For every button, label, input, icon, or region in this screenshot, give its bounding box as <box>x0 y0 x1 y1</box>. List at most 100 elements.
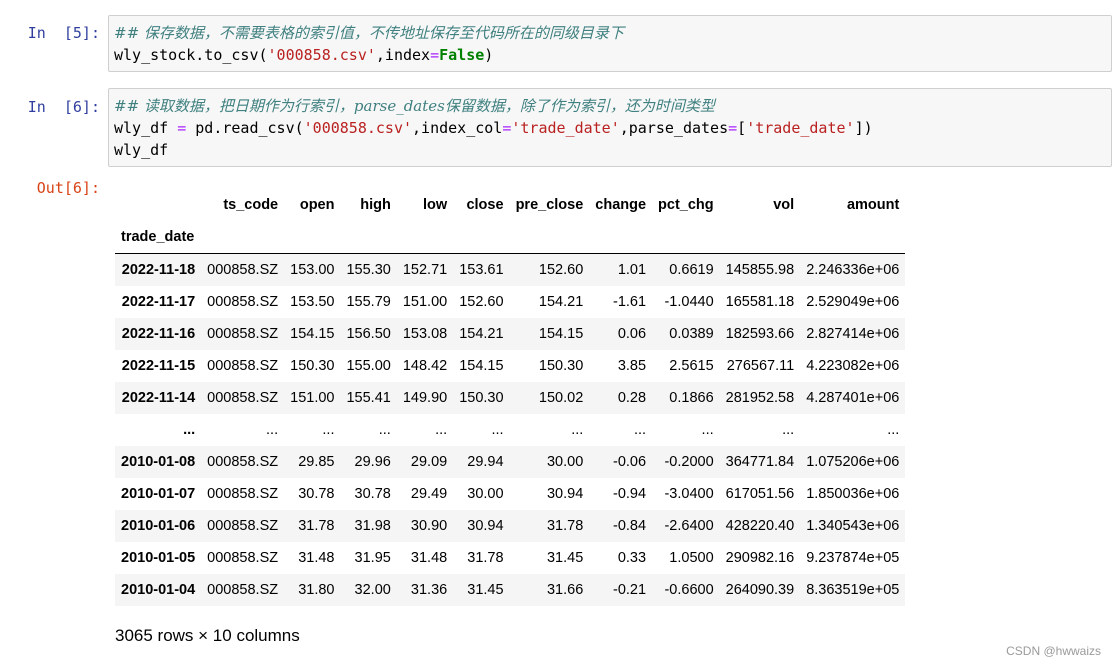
table-row: 2010-01-07 000858.SZ 30.78 30.78 29.49 30.00 3… <box>115 478 906 510</box>
table-cell: 1.01 <box>617 262 647 278</box>
code-token: wly_stock.to_csv( <box>114 46 268 64</box>
table-cell: 4.287401e+06 <box>806 390 900 406</box>
table-cell: 150.02 <box>538 390 584 406</box>
empty-header <box>589 221 652 254</box>
empty-header <box>201 221 284 254</box>
column-header-row: ts_code open high low close pre_close ch… <box>115 189 905 221</box>
table-cell: 154.15 <box>538 326 584 342</box>
table-cell: 156.50 <box>346 326 391 342</box>
table-cell: 152.71 <box>402 262 448 278</box>
code-string: 'trade_date' <box>511 119 620 137</box>
table-cell: 0.33 <box>617 550 647 566</box>
table-cell: 31.45 <box>546 550 584 566</box>
table-cell: 29.85 <box>298 454 335 470</box>
code-line: wly_df <box>114 141 169 159</box>
table-cell: 31.48 <box>410 550 448 566</box>
table-cell: 281952.58 <box>725 390 795 406</box>
code-token: ,index <box>375 46 431 64</box>
table-cell: 1.340543e+06 <box>806 518 900 534</box>
table-cell: 31.78 <box>298 518 335 534</box>
table-cell: 31.78 <box>546 518 584 534</box>
code-cell-5[interactable]: ## 保存数据，不需要表格的索引值，不传地址保存至代码所在的同级目录下 wly_… <box>108 15 1112 72</box>
table-cell: -2.6400 <box>664 518 714 534</box>
table-cell: 154.21 <box>459 326 504 342</box>
table-cell: ... <box>887 422 900 438</box>
table-cell: 149.90 <box>402 390 448 406</box>
table-cell: ... <box>571 422 584 438</box>
row-index: 2010-01-06 <box>121 518 196 534</box>
table-cell: 000858.SZ <box>207 294 279 310</box>
table-cell: 148.42 <box>402 358 448 374</box>
column-header: amount <box>846 197 900 213</box>
code-comment: ## 保存数据，不需要表格的索引值，不传地址保存至代码所在的同级目录下 <box>114 24 624 42</box>
table-cell: 151.00 <box>402 294 448 310</box>
input-prompt-5: In [5]: <box>27 24 100 42</box>
table-cell: 2.5615 <box>669 358 714 374</box>
table-cell: -0.06 <box>612 454 647 470</box>
table-cell: 276567.11 <box>726 358 795 374</box>
table-cell: 364771.84 <box>725 454 795 470</box>
table-cell: 428220.40 <box>725 518 795 534</box>
code-cell-6[interactable]: ## 读取数据，把日期作为行索引，parse_dates保留数据，除了作为索引，… <box>108 88 1112 167</box>
table-cell: 150.30 <box>538 358 584 374</box>
table-cell: -3.0400 <box>664 486 714 502</box>
index-name: trade_date <box>121 229 195 245</box>
table-body: 2022-11-18 000858.SZ 153.00 155.30 152.71 153… <box>115 253 906 606</box>
table-row: 2022-11-16 000858.SZ 154.15 156.50 153.08 154… <box>115 318 906 350</box>
table-cell: 30.00 <box>467 486 504 502</box>
row-index: ... <box>183 422 196 438</box>
empty-header <box>510 221 590 254</box>
watermark: CSDN @hwwaizs <box>1006 644 1101 658</box>
table-cell: ... <box>435 422 448 438</box>
code-token: [ <box>737 119 747 137</box>
table-cell: 1.0500 <box>669 550 714 566</box>
table-cell: 182593.66 <box>725 326 795 342</box>
table-row: 2010-01-06 000858.SZ 31.78 31.98 30.90 30.94 3… <box>115 510 906 542</box>
table-cell: 30.78 <box>298 486 335 502</box>
table-cell: 000858.SZ <box>207 550 279 566</box>
table-cell: 000858.SZ <box>207 326 279 342</box>
table-cell: 9.237874e+05 <box>806 550 900 566</box>
table-row: 2022-11-18 000858.SZ 153.00 155.30 152.71 153… <box>115 253 906 286</box>
table-cell: ... <box>782 422 795 438</box>
code-token: ,parse_dates <box>619 119 729 137</box>
table-cell: 30.94 <box>546 486 584 502</box>
table-cell: -0.94 <box>612 486 647 502</box>
row-index: 2022-11-17 <box>121 294 196 310</box>
code-token: ,index_col <box>412 119 503 137</box>
table-cell: 617051.56 <box>725 486 795 502</box>
table-cell: 1.850036e+06 <box>806 486 900 502</box>
empty-header <box>720 221 801 254</box>
empty-header <box>284 221 340 254</box>
table-cell: ... <box>701 422 714 438</box>
column-header: vol <box>773 197 795 213</box>
table-cell: 31.66 <box>546 582 584 598</box>
output-prompt-6: Out[6]: <box>36 179 100 197</box>
table-cell: 31.78 <box>467 550 504 566</box>
table-cell: 154.15 <box>290 326 335 342</box>
table-row: 2022-11-15 000858.SZ 150.30 155.00 148.42 154… <box>115 350 906 382</box>
table-cell: 31.98 <box>354 518 391 534</box>
row-index: 2010-01-07 <box>121 486 196 502</box>
code-string: 'trade_date' <box>746 119 855 137</box>
code-operator: = <box>430 46 440 64</box>
column-header: close <box>466 197 504 213</box>
table-cell: 000858.SZ <box>207 390 279 406</box>
table-cell: -1.0440 <box>664 294 714 310</box>
table-cell: 153.50 <box>290 294 335 310</box>
table-cell: ... <box>322 422 335 438</box>
empty-header <box>340 221 396 254</box>
row-index: 2022-11-18 <box>121 262 196 278</box>
table-cell: 31.80 <box>298 582 335 598</box>
table-cell: 29.96 <box>354 454 391 470</box>
column-header: low <box>423 197 448 213</box>
row-index: 2010-01-08 <box>121 454 196 470</box>
table-cell: -1.61 <box>612 294 647 310</box>
table-cell: 31.45 <box>467 582 504 598</box>
table-row: 2022-11-17 000858.SZ 153.50 155.79 151.00 152… <box>115 286 906 318</box>
table-cell: 155.00 <box>346 358 391 374</box>
dataframe-table: ts_code open high low close pre_close ch… <box>115 189 906 606</box>
table-row: 2010-01-04 000858.SZ 31.80 32.00 31.36 31.45 3… <box>115 574 906 606</box>
table-cell: 3.85 <box>617 358 647 374</box>
column-header: change <box>595 197 647 213</box>
